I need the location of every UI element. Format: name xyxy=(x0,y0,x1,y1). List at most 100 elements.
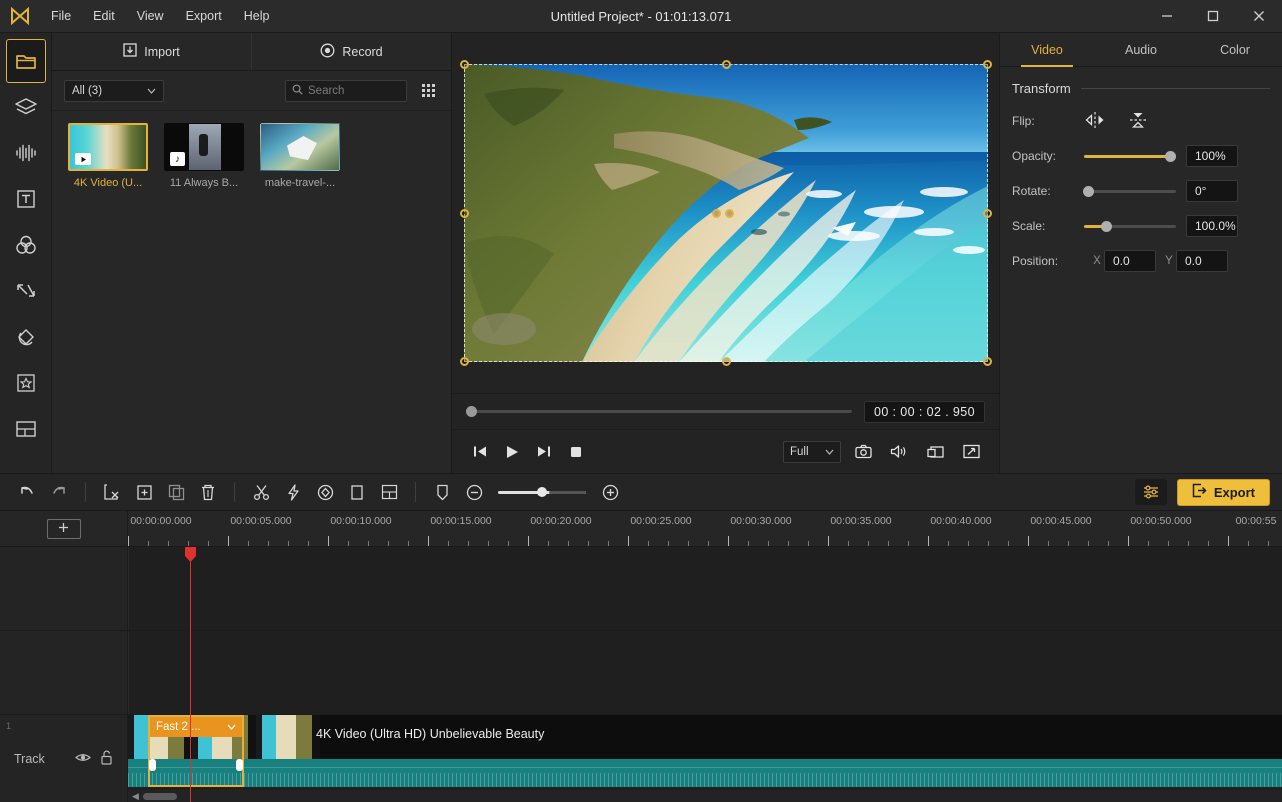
tab-color[interactable]: Color xyxy=(1188,33,1282,66)
position-y-value[interactable]: 0.0 xyxy=(1176,250,1228,272)
tab-record[interactable]: Record xyxy=(252,33,451,70)
scrollbar-thumb[interactable] xyxy=(142,792,177,800)
handle-bottom-right[interactable] xyxy=(982,357,992,366)
playhead[interactable] xyxy=(185,547,196,802)
scissors-icon[interactable] xyxy=(246,478,276,506)
handle-bottom-center[interactable] xyxy=(721,357,731,366)
scrubber-knob[interactable] xyxy=(466,406,477,417)
sidebar-item-transitions[interactable] xyxy=(6,269,46,313)
sidebar-item-effects[interactable] xyxy=(6,315,46,359)
duplicate-icon[interactable] xyxy=(161,478,191,506)
sidebar-item-elements[interactable] xyxy=(6,361,46,405)
tab-audio[interactable]: Audio xyxy=(1094,33,1188,66)
menu-item-file[interactable]: File xyxy=(40,5,82,27)
redo-icon[interactable] xyxy=(44,478,74,506)
sidebar-item-layers[interactable] xyxy=(6,85,46,129)
handle-bottom-left[interactable] xyxy=(459,357,469,366)
video-canvas[interactable] xyxy=(459,60,992,366)
sidebar-item-audio[interactable] xyxy=(6,131,46,175)
camera-icon[interactable] xyxy=(849,438,877,466)
search-input[interactable] xyxy=(308,84,400,97)
next-frame-icon[interactable] xyxy=(530,438,558,466)
sidebar-item-media-library[interactable] xyxy=(5,39,46,83)
fullscreen-icon[interactable] xyxy=(957,438,985,466)
empty-track-body[interactable] xyxy=(128,631,1282,714)
clip-selection[interactable]: Fast 2 ... xyxy=(148,715,244,787)
lightning-icon[interactable] xyxy=(278,478,308,506)
handle-middle-right[interactable] xyxy=(982,209,992,218)
grid-view-icon[interactable] xyxy=(417,80,439,102)
close-icon[interactable] xyxy=(1236,0,1282,33)
crop-cut-icon[interactable] xyxy=(97,478,127,506)
rotate-slider[interactable] xyxy=(1083,180,1176,202)
maximize-icon[interactable] xyxy=(1190,0,1236,33)
chevron-down-icon[interactable] xyxy=(227,721,236,733)
media-item-1[interactable]: ♪ 11 Always B... xyxy=(158,123,250,189)
pip-icon[interactable] xyxy=(921,438,949,466)
menu-item-view[interactable]: View xyxy=(126,5,175,27)
eye-icon[interactable] xyxy=(75,752,91,766)
menu-item-edit[interactable]: Edit xyxy=(82,5,126,27)
tab-import[interactable]: Import xyxy=(52,33,252,70)
playback-scrubber[interactable] xyxy=(466,406,852,417)
handle-top-right[interactable] xyxy=(982,60,992,69)
sidebar-item-split-screen[interactable] xyxy=(6,407,46,451)
sidebar-item-filters[interactable] xyxy=(6,223,46,267)
stop-icon[interactable] xyxy=(562,438,590,466)
crop-square-icon[interactable] xyxy=(342,478,372,506)
trim-handle-right[interactable] xyxy=(236,759,243,771)
play-icon[interactable] xyxy=(498,438,526,466)
menu-item-export[interactable]: Export xyxy=(175,5,233,27)
handle-top-center[interactable] xyxy=(721,60,731,69)
media-item-2[interactable]: make-travel-... xyxy=(254,123,346,189)
scroll-left-icon[interactable]: ◀ xyxy=(132,791,139,802)
mosaic-grid-icon[interactable] xyxy=(374,478,404,506)
tab-video[interactable]: Video xyxy=(1000,33,1094,67)
opacity-value[interactable]: 100% xyxy=(1186,145,1238,167)
main-area: Import Record All (3) Search 4K Video (U… xyxy=(0,33,1282,473)
scale-slider[interactable] xyxy=(1084,215,1176,237)
position-x-value[interactable]: 0.0 xyxy=(1104,250,1156,272)
opacity-slider[interactable] xyxy=(1084,145,1176,167)
rotate-value[interactable]: 0° xyxy=(1186,180,1238,202)
undo-icon[interactable] xyxy=(12,478,42,506)
search-box[interactable] xyxy=(285,79,407,102)
add-clip-icon[interactable] xyxy=(129,478,159,506)
media-item-0[interactable]: 4K Video (U... xyxy=(62,123,154,189)
menu-item-help[interactable]: Help xyxy=(233,5,281,27)
prev-frame-icon[interactable] xyxy=(466,438,494,466)
zoom-in-icon[interactable] xyxy=(595,478,625,506)
quality-select[interactable]: Full xyxy=(783,440,841,463)
unlock-icon[interactable] xyxy=(100,750,113,768)
scale-label: Scale: xyxy=(1012,219,1046,233)
zoom-slider-knob[interactable] xyxy=(536,486,547,497)
timeline-scrollbar[interactable]: ◀ xyxy=(128,790,1282,802)
handle-top-left[interactable] xyxy=(459,60,469,69)
track-content[interactable]: 4K Video (Ultra HD) Unbelievable Beauty … xyxy=(128,715,1282,802)
sidebar-item-titles[interactable] xyxy=(6,177,46,221)
zoom-out-icon[interactable] xyxy=(459,478,489,506)
empty-track-row[interactable] xyxy=(0,631,1282,715)
timeline-zoom-slider[interactable] xyxy=(498,486,586,497)
speaker-icon[interactable] xyxy=(885,438,913,466)
trim-handle-left[interactable] xyxy=(149,759,156,771)
handle-center-right[interactable] xyxy=(724,209,734,218)
keyframe-diamond-icon[interactable] xyxy=(310,478,340,506)
rotate-row: Rotate: 0° xyxy=(1012,180,1270,202)
empty-track-body[interactable] xyxy=(128,547,1282,630)
add-track-button[interactable] xyxy=(46,518,81,539)
timeline-clip[interactable]: 4K Video (Ultra HD) Unbelievable Beauty xyxy=(128,715,1282,787)
timeline-ruler-scale[interactable]: 00:00:00.000 00:00:05.000 00:00:10.000 0… xyxy=(128,511,1282,546)
export-button[interactable]: Export xyxy=(1176,478,1270,506)
flip-horizontal-icon[interactable] xyxy=(1084,111,1106,132)
handle-middle-left[interactable] xyxy=(459,209,469,218)
trash-icon[interactable] xyxy=(193,478,223,506)
minimize-icon[interactable] xyxy=(1144,0,1190,33)
speed-badge[interactable]: Fast 2 ... xyxy=(150,717,242,737)
scale-value[interactable]: 100.0% xyxy=(1186,215,1238,237)
flip-vertical-icon[interactable] xyxy=(1128,110,1148,133)
settings-sliders-icon[interactable] xyxy=(1134,479,1167,505)
handle-center-left[interactable] xyxy=(711,209,721,218)
media-filter-select[interactable]: All (3) xyxy=(64,79,164,102)
marker-icon[interactable] xyxy=(427,478,457,506)
